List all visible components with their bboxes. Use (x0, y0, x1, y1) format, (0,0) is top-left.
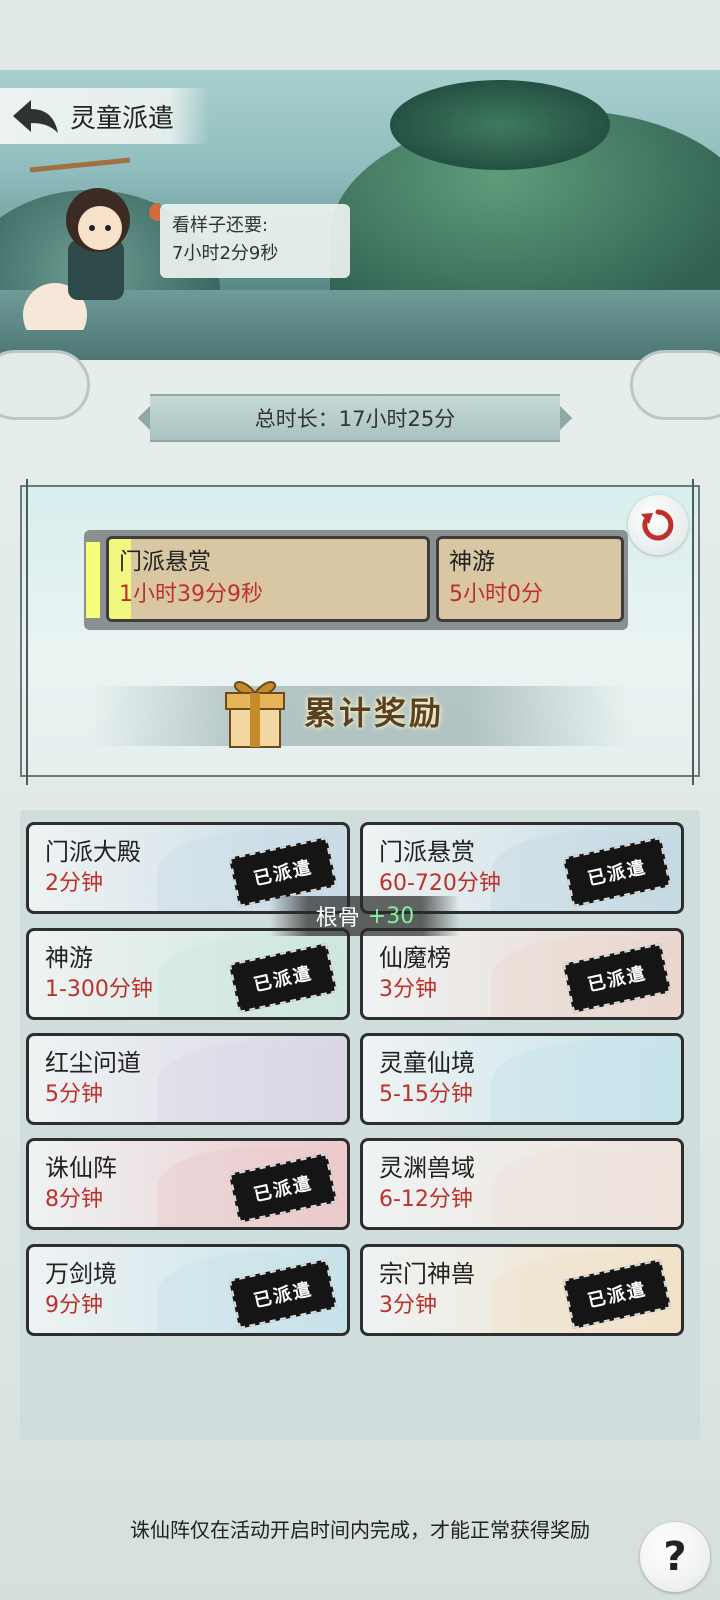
gift-box-icon (225, 681, 285, 748)
destination-name: 灵渊兽域 (379, 1154, 475, 1182)
cloud-ornament-right (630, 350, 720, 420)
toast-stat: 根骨 (315, 906, 360, 931)
pine-tree (390, 80, 610, 170)
total-duration-text: 总时长：17小时25分 (254, 407, 456, 431)
destination-time: 6-12分钟 (379, 1187, 473, 1212)
destination-card[interactable]: 神游 1-300分钟 已派遣 (26, 928, 350, 1020)
back-arrow-icon (0, 88, 70, 144)
destination-time: 5-15分钟 (379, 1082, 473, 1107)
spirit-child-avatar (20, 150, 167, 347)
page-title: 灵童派遣 (70, 103, 175, 134)
destination-card[interactable]: 万剑境 9分钟 已派遣 (26, 1244, 350, 1336)
queue-task-1[interactable]: 门派悬赏 1小时39分9秒 (106, 536, 430, 622)
queue-task-2[interactable]: 神游 5小时0分 (436, 536, 624, 622)
refresh-icon (641, 509, 674, 541)
destination-card[interactable]: 灵渊兽域 6-12分钟 (360, 1138, 684, 1230)
footer-note: 诛仙阵仅在活动开启时间内完成，才能正常获得奖励 (130, 1518, 590, 1542)
destination-time: 5分钟 (45, 1082, 103, 1107)
destination-card[interactable]: 宗门神兽 3分钟 已派遣 (360, 1244, 684, 1336)
remaining-time: 7小时2分9秒 (172, 243, 279, 264)
stat-gain-toast: 根骨 +30 (270, 896, 460, 936)
destination-name: 灵童仙境 (379, 1049, 475, 1077)
task-time: 5小时0分 (449, 582, 543, 607)
task-name: 神游 (449, 549, 495, 575)
task-time: 1小时39分9秒 (119, 582, 263, 607)
destination-card[interactable]: 红尘问道 5分钟 (26, 1033, 350, 1125)
queue-slot-indicator (84, 540, 102, 620)
toast-value: +30 (367, 903, 415, 929)
reward-label: 累计奖励 (304, 694, 445, 732)
help-button[interactable]: ? (640, 1522, 710, 1592)
total-duration-bar: 总时长：17小时25分 (150, 394, 560, 442)
back-button[interactable]: 灵童派遣 (0, 88, 210, 144)
destination-card[interactable]: 诛仙阵 8分钟 已派遣 (26, 1138, 350, 1230)
cloud-ornament-left (0, 350, 90, 420)
task-name: 门派悬赏 (119, 549, 211, 575)
refresh-button[interactable] (628, 495, 688, 555)
destination-card[interactable]: 仙魔榜 3分钟 已派遣 (360, 928, 684, 1020)
speech-text: 看样子还要: (172, 215, 269, 236)
destination-card[interactable]: 灵童仙境 5-15分钟 (360, 1033, 684, 1125)
destination-name: 红尘问道 (45, 1049, 141, 1077)
cumulative-reward-button[interactable]: 累计奖励 (220, 666, 510, 756)
speech-bubble: 看样子还要: 7小时2分9秒 (160, 204, 350, 278)
